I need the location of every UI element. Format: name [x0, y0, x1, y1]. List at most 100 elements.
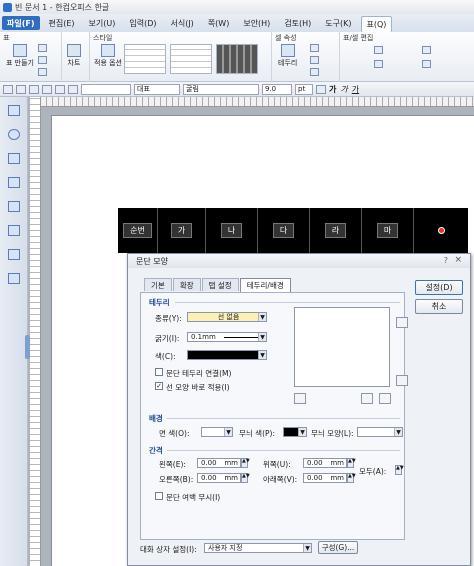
- vertical-ruler: [30, 97, 41, 566]
- brush-icon[interactable]: [8, 177, 20, 188]
- ignore-margin-checkbox[interactable]: [155, 492, 163, 500]
- left-spacing-spinner[interactable]: ▲▼: [241, 458, 250, 468]
- all-spacing-spinner[interactable]: ▲▼: [395, 465, 404, 475]
- image-icon[interactable]: [8, 249, 20, 260]
- table-cell[interactable]: 순번: [118, 208, 158, 253]
- style-preset-dark[interactable]: [216, 44, 258, 74]
- chart-button[interactable]: 차트: [67, 44, 81, 67]
- all-spacing-label: 모두(A):: [359, 467, 387, 476]
- up-arrow-icon[interactable]: [316, 84, 326, 94]
- menu-security[interactable]: 보안(H): [238, 16, 275, 30]
- style-preset-plain[interactable]: [124, 44, 166, 74]
- menu-file[interactable]: 파일(F): [2, 16, 40, 30]
- table-cell[interactable]: [414, 208, 468, 253]
- border-all-icon[interactable]: [396, 317, 408, 328]
- new-doc-icon[interactable]: [3, 84, 13, 94]
- close-icon[interactable]: ×: [454, 255, 462, 265]
- bold-button[interactable]: 가: [329, 84, 336, 95]
- font-combo[interactable]: 굴림: [183, 83, 259, 95]
- face-color-select[interactable]: ▼: [201, 427, 233, 437]
- menu-format[interactable]: 서식(J): [165, 16, 198, 30]
- border-width-select[interactable]: 0.1mm ▼: [187, 332, 267, 342]
- font-size-combo[interactable]: 9.0: [262, 83, 292, 95]
- pen-icon[interactable]: [310, 44, 319, 52]
- style-preset-grid[interactable]: [170, 44, 212, 74]
- top-spacing-input[interactable]: 0.00 mm: [303, 458, 347, 468]
- insert-row-icon[interactable]: [374, 46, 383, 54]
- cancel-button[interactable]: 취소: [415, 299, 463, 314]
- dialog-setting-select[interactable]: 사용자 지정 ▼: [204, 543, 312, 553]
- save-icon[interactable]: [29, 84, 39, 94]
- menu-tools[interactable]: 도구(K): [320, 16, 356, 30]
- table-icon[interactable]: [8, 225, 20, 236]
- border-color-select[interactable]: ▼: [187, 350, 267, 360]
- chevron-down-icon: ▼: [394, 428, 402, 436]
- split-cells-icon[interactable]: [422, 60, 431, 68]
- underline-button[interactable]: 가: [352, 84, 359, 95]
- list-icon[interactable]: [8, 153, 20, 164]
- delete-row-icon[interactable]: [374, 60, 383, 68]
- help-circle-icon[interactable]: [8, 129, 20, 140]
- table-style-icon[interactable]: [38, 44, 47, 52]
- bottom-spacing-spinner[interactable]: ▲▼: [347, 473, 356, 483]
- background-section-title: 배경: [149, 414, 163, 423]
- menu-view[interactable]: 보기(U): [84, 16, 121, 30]
- menu-table[interactable]: 표(Q): [360, 16, 393, 32]
- italic-button[interactable]: 가: [340, 84, 347, 95]
- border-bottom-icon[interactable]: [396, 375, 408, 386]
- ok-button[interactable]: 설정(D): [415, 280, 463, 295]
- table-props-icon[interactable]: [38, 56, 47, 64]
- border-right-icon[interactable]: [361, 393, 373, 404]
- connect-border-checkbox[interactable]: [155, 368, 163, 376]
- menu-review[interactable]: 검토(H): [279, 16, 316, 30]
- undo-icon[interactable]: [55, 84, 65, 94]
- apply-options-button[interactable]: 적용 옵션: [94, 44, 122, 67]
- apply-line-checkbox[interactable]: ✓: [155, 382, 163, 390]
- unit-label: mm: [224, 459, 238, 467]
- border-button[interactable]: 테두리: [278, 44, 297, 67]
- menu-insert[interactable]: 입력(D): [124, 16, 161, 30]
- menu-page[interactable]: 쪽(W): [203, 16, 235, 30]
- tab-extended[interactable]: 확장: [172, 278, 201, 291]
- open-folder-icon[interactable]: [16, 84, 26, 94]
- merge-cells-icon[interactable]: [422, 46, 431, 54]
- nav-doc-icon[interactable]: [8, 105, 20, 116]
- border-box-icon[interactable]: [379, 393, 391, 404]
- shapes-icon[interactable]: [8, 273, 20, 284]
- border-kind-select[interactable]: 선 없음 ▼: [187, 312, 267, 322]
- tab-basic[interactable]: 기본: [144, 278, 172, 291]
- table-cell[interactable]: 마: [362, 208, 414, 253]
- fill-color-icon[interactable]: [310, 56, 319, 64]
- document-table[interactable]: 순번 가 나 다 라 마: [118, 208, 468, 253]
- table-cell[interactable]: 가: [158, 208, 206, 253]
- config-button[interactable]: 구성(G)...: [318, 541, 358, 554]
- left-spacing-value: 0.00: [201, 459, 217, 467]
- apply-line-label: 선 모양 바로 적용(I): [166, 383, 230, 392]
- cell-props-icon[interactable]: [38, 68, 47, 76]
- left-spacing-input[interactable]: 0.00 mm: [197, 458, 241, 468]
- border-left-icon[interactable]: [294, 393, 306, 404]
- style-combo[interactable]: 대표: [134, 83, 180, 95]
- right-spacing-input[interactable]: 0.00 mm: [197, 473, 241, 483]
- table-cell[interactable]: 라: [310, 208, 362, 253]
- unit-label: mm: [330, 459, 344, 467]
- print-icon[interactable]: [42, 84, 52, 94]
- tab-border-background[interactable]: 테두리/배경: [239, 278, 291, 292]
- menu-edit[interactable]: 편집(E): [44, 16, 80, 30]
- pattern-color-label: 무늬 색(P):: [239, 429, 275, 438]
- pattern-color-select[interactable]: ▼: [283, 427, 307, 437]
- border-style-icon[interactable]: [310, 68, 319, 76]
- help-icon[interactable]: ?: [444, 256, 448, 265]
- document-icon[interactable]: [8, 201, 20, 212]
- bottom-spacing-input[interactable]: 0.00 mm: [303, 473, 347, 483]
- table-cell[interactable]: 나: [206, 208, 258, 253]
- blank-combo[interactable]: [81, 83, 131, 95]
- top-spacing-spinner[interactable]: ▲▼: [347, 458, 356, 468]
- redo-icon[interactable]: [68, 84, 78, 94]
- font-size-unit[interactable]: pt: [295, 83, 313, 95]
- table-cell[interactable]: 다: [258, 208, 310, 253]
- right-spacing-spinner[interactable]: ▲▼: [241, 473, 250, 483]
- make-table-button[interactable]: 표 만들기: [6, 44, 34, 67]
- pattern-shape-select[interactable]: ▼: [357, 427, 403, 437]
- tab-tab-settings[interactable]: 탭 설정: [201, 278, 239, 291]
